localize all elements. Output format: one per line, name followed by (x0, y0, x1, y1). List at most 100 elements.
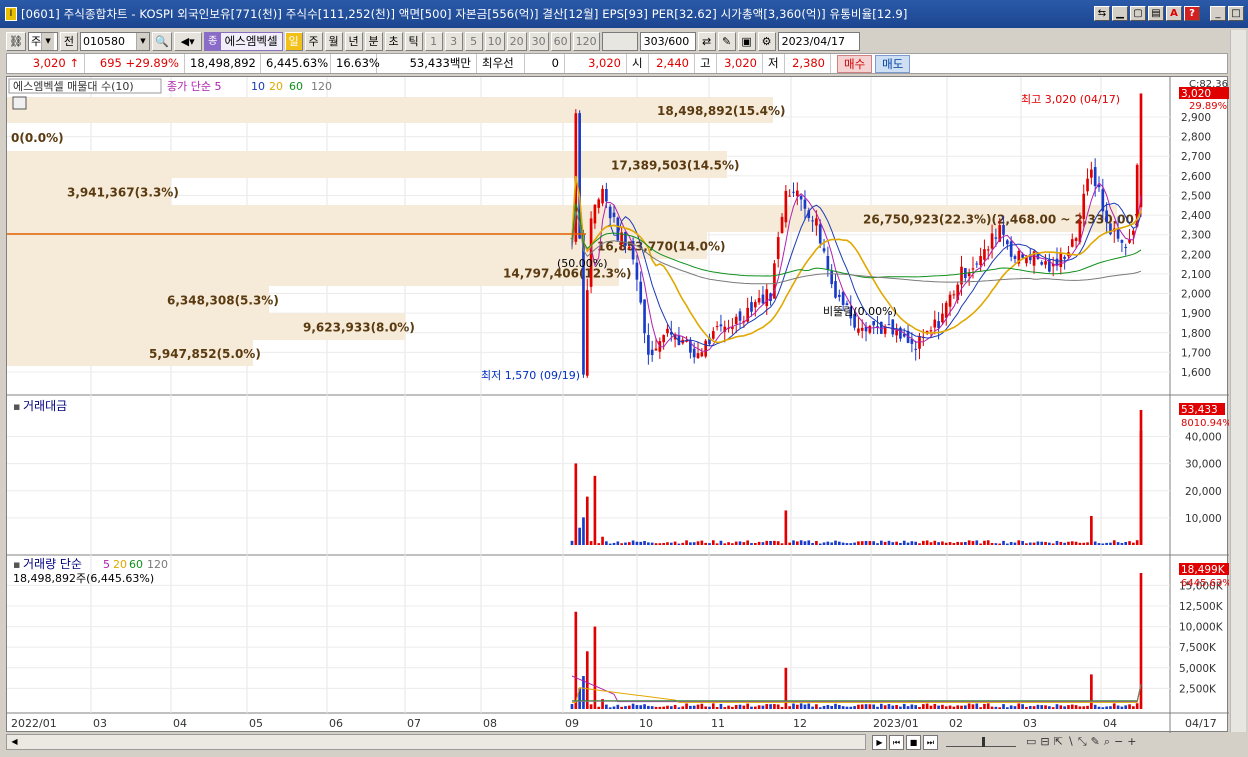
quote-pref-value: 0 (525, 54, 565, 73)
period-minute[interactable]: 분 (364, 31, 383, 51)
draw-ray-icon[interactable]: ⤡ (1078, 735, 1087, 749)
volume-bar (616, 704, 620, 709)
last-icon[interactable]: ⏭ (923, 734, 938, 750)
chart-area[interactable]: 2,900 2,800 2,700 2,600 2,500 2,400 2,300 2,200… (6, 76, 1235, 733)
split-icon[interactable]: ⊟ (1040, 735, 1049, 749)
date-input[interactable]: 2023/04/17 ▦ (777, 31, 860, 65)
volume-bar (948, 705, 952, 709)
swap-icon[interactable]: ⇄ (697, 31, 716, 51)
zoom-icon[interactable]: ⌕ (1104, 735, 1110, 749)
period-week[interactable]: 주 (304, 31, 323, 51)
chart-canvas[interactable]: 2,900 2,800 2,700 2,600 2,500 2,400 2,300 2,200… (7, 77, 1235, 733)
mode-select[interactable]: 주 ▼ (27, 31, 58, 51)
volume-bar (933, 703, 937, 709)
candle-body (750, 302, 753, 312)
amount-bar (807, 540, 811, 545)
period-month[interactable]: 월 (324, 31, 343, 51)
amount-tick-label: 30,000 (1185, 459, 1222, 471)
volume-bar (669, 706, 673, 709)
link-icon[interactable]: ⇆ (1094, 6, 1110, 21)
save-icon[interactable]: ▣ (737, 31, 756, 51)
amount-bar (857, 541, 860, 545)
candle-body (1139, 93, 1143, 208)
volume-bar (1120, 706, 1124, 709)
minimize-chart-icon[interactable]: ▁ (1112, 6, 1128, 21)
amount-bar (1135, 540, 1139, 545)
volume-bar (761, 705, 765, 709)
zoom-out-icon[interactable]: − (1114, 735, 1123, 749)
volume-bar (983, 703, 986, 709)
amount-bar (990, 543, 994, 545)
x-axis-label: 2022/01 (11, 717, 57, 730)
candle-body (715, 326, 719, 328)
quote-turnover: 16.63% (331, 54, 380, 73)
draw-line-icon[interactable]: ∖ (1067, 735, 1074, 749)
restore-chart-icon[interactable]: ▢ (1130, 6, 1146, 21)
zoom-slider[interactable] (946, 737, 1016, 747)
code-input[interactable]: 010580 ▼ (79, 31, 150, 51)
interval-60[interactable]: 60 (550, 31, 571, 51)
search-icon[interactable]: 🔍 (151, 31, 172, 51)
maximize-button[interactable]: □ (1228, 6, 1244, 21)
period-year[interactable]: 년 (344, 31, 363, 51)
tools-icon[interactable]: ✎ (717, 31, 736, 51)
horizontal-scrollbar[interactable]: ◀ (6, 734, 866, 750)
help-icon[interactable]: ? (1184, 6, 1200, 21)
vertical-scrollbar[interactable] (1230, 30, 1246, 732)
speaker-icon[interactable]: ◀▾ (173, 31, 202, 51)
pen-icon[interactable]: ✎ (1091, 735, 1100, 749)
volume-bar (1040, 705, 1044, 709)
candle-body (612, 212, 616, 218)
play-icon[interactable]: ▶ (872, 734, 887, 750)
amount-bar (769, 540, 772, 545)
volume-bar (792, 703, 795, 709)
period-tick[interactable]: 틱 (404, 31, 423, 51)
interval-3[interactable]: 3 (444, 31, 463, 51)
amount-bar (723, 543, 727, 545)
volume-bar (757, 705, 761, 709)
candle-body (1124, 246, 1128, 248)
link-group-icon[interactable]: ⛓ (6, 31, 26, 51)
amount-bar (983, 540, 986, 545)
cursor-icon[interactable]: ⇱ (1054, 735, 1063, 749)
candle-body (734, 316, 738, 324)
interval-1[interactable]: 1 (424, 31, 443, 51)
volume-bar (700, 703, 704, 709)
candle-body (891, 319, 895, 335)
period-second[interactable]: 초 (384, 31, 403, 51)
scroll-left-icon[interactable]: ◀ (8, 736, 21, 748)
volume-bar (692, 705, 696, 709)
candle-body (895, 330, 898, 336)
zoom-in-icon[interactable]: + (1127, 735, 1136, 749)
prev-button[interactable]: 전 (59, 31, 78, 51)
count-box[interactable]: 303/600 (639, 31, 696, 51)
volume-bar (906, 706, 910, 709)
print-icon[interactable]: ▤ (1148, 6, 1164, 21)
price-tick-label: 2,800 (1181, 132, 1211, 144)
layout-icon[interactable]: ▭ (1026, 735, 1036, 749)
stock-name: 에스엠벡셀 (224, 34, 278, 48)
interval-input[interactable] (601, 31, 638, 51)
volume-bar (608, 707, 612, 709)
amount-bar (887, 540, 891, 545)
minimize-button[interactable]: _ (1210, 6, 1226, 21)
buy-button[interactable]: 매수 (837, 54, 873, 73)
gear-icon[interactable]: ⚙ (757, 31, 776, 51)
candle-body (834, 281, 837, 298)
volume-bar (1109, 706, 1112, 709)
interval-10[interactable]: 10 (484, 31, 505, 51)
first-icon[interactable]: ⏮ (889, 734, 904, 750)
interval-20[interactable]: 20 (506, 31, 527, 51)
amount-bar (975, 540, 979, 545)
interval-30[interactable]: 30 (528, 31, 549, 51)
sell-button[interactable]: 매도 (875, 54, 911, 73)
quote-price-cell: 3,020 ↑ (7, 54, 85, 73)
period-day[interactable]: 일 (284, 31, 303, 51)
stop-icon[interactable]: ■ (906, 734, 921, 750)
quote-pref-label: 최우선 (477, 54, 525, 73)
interval-5[interactable]: 5 (464, 31, 483, 51)
font-icon[interactable]: A (1166, 6, 1182, 21)
interval-120[interactable]: 120 (572, 31, 600, 51)
stock-name-box[interactable]: 종 에스엠벡셀 (203, 31, 283, 51)
candle-body (654, 348, 658, 351)
